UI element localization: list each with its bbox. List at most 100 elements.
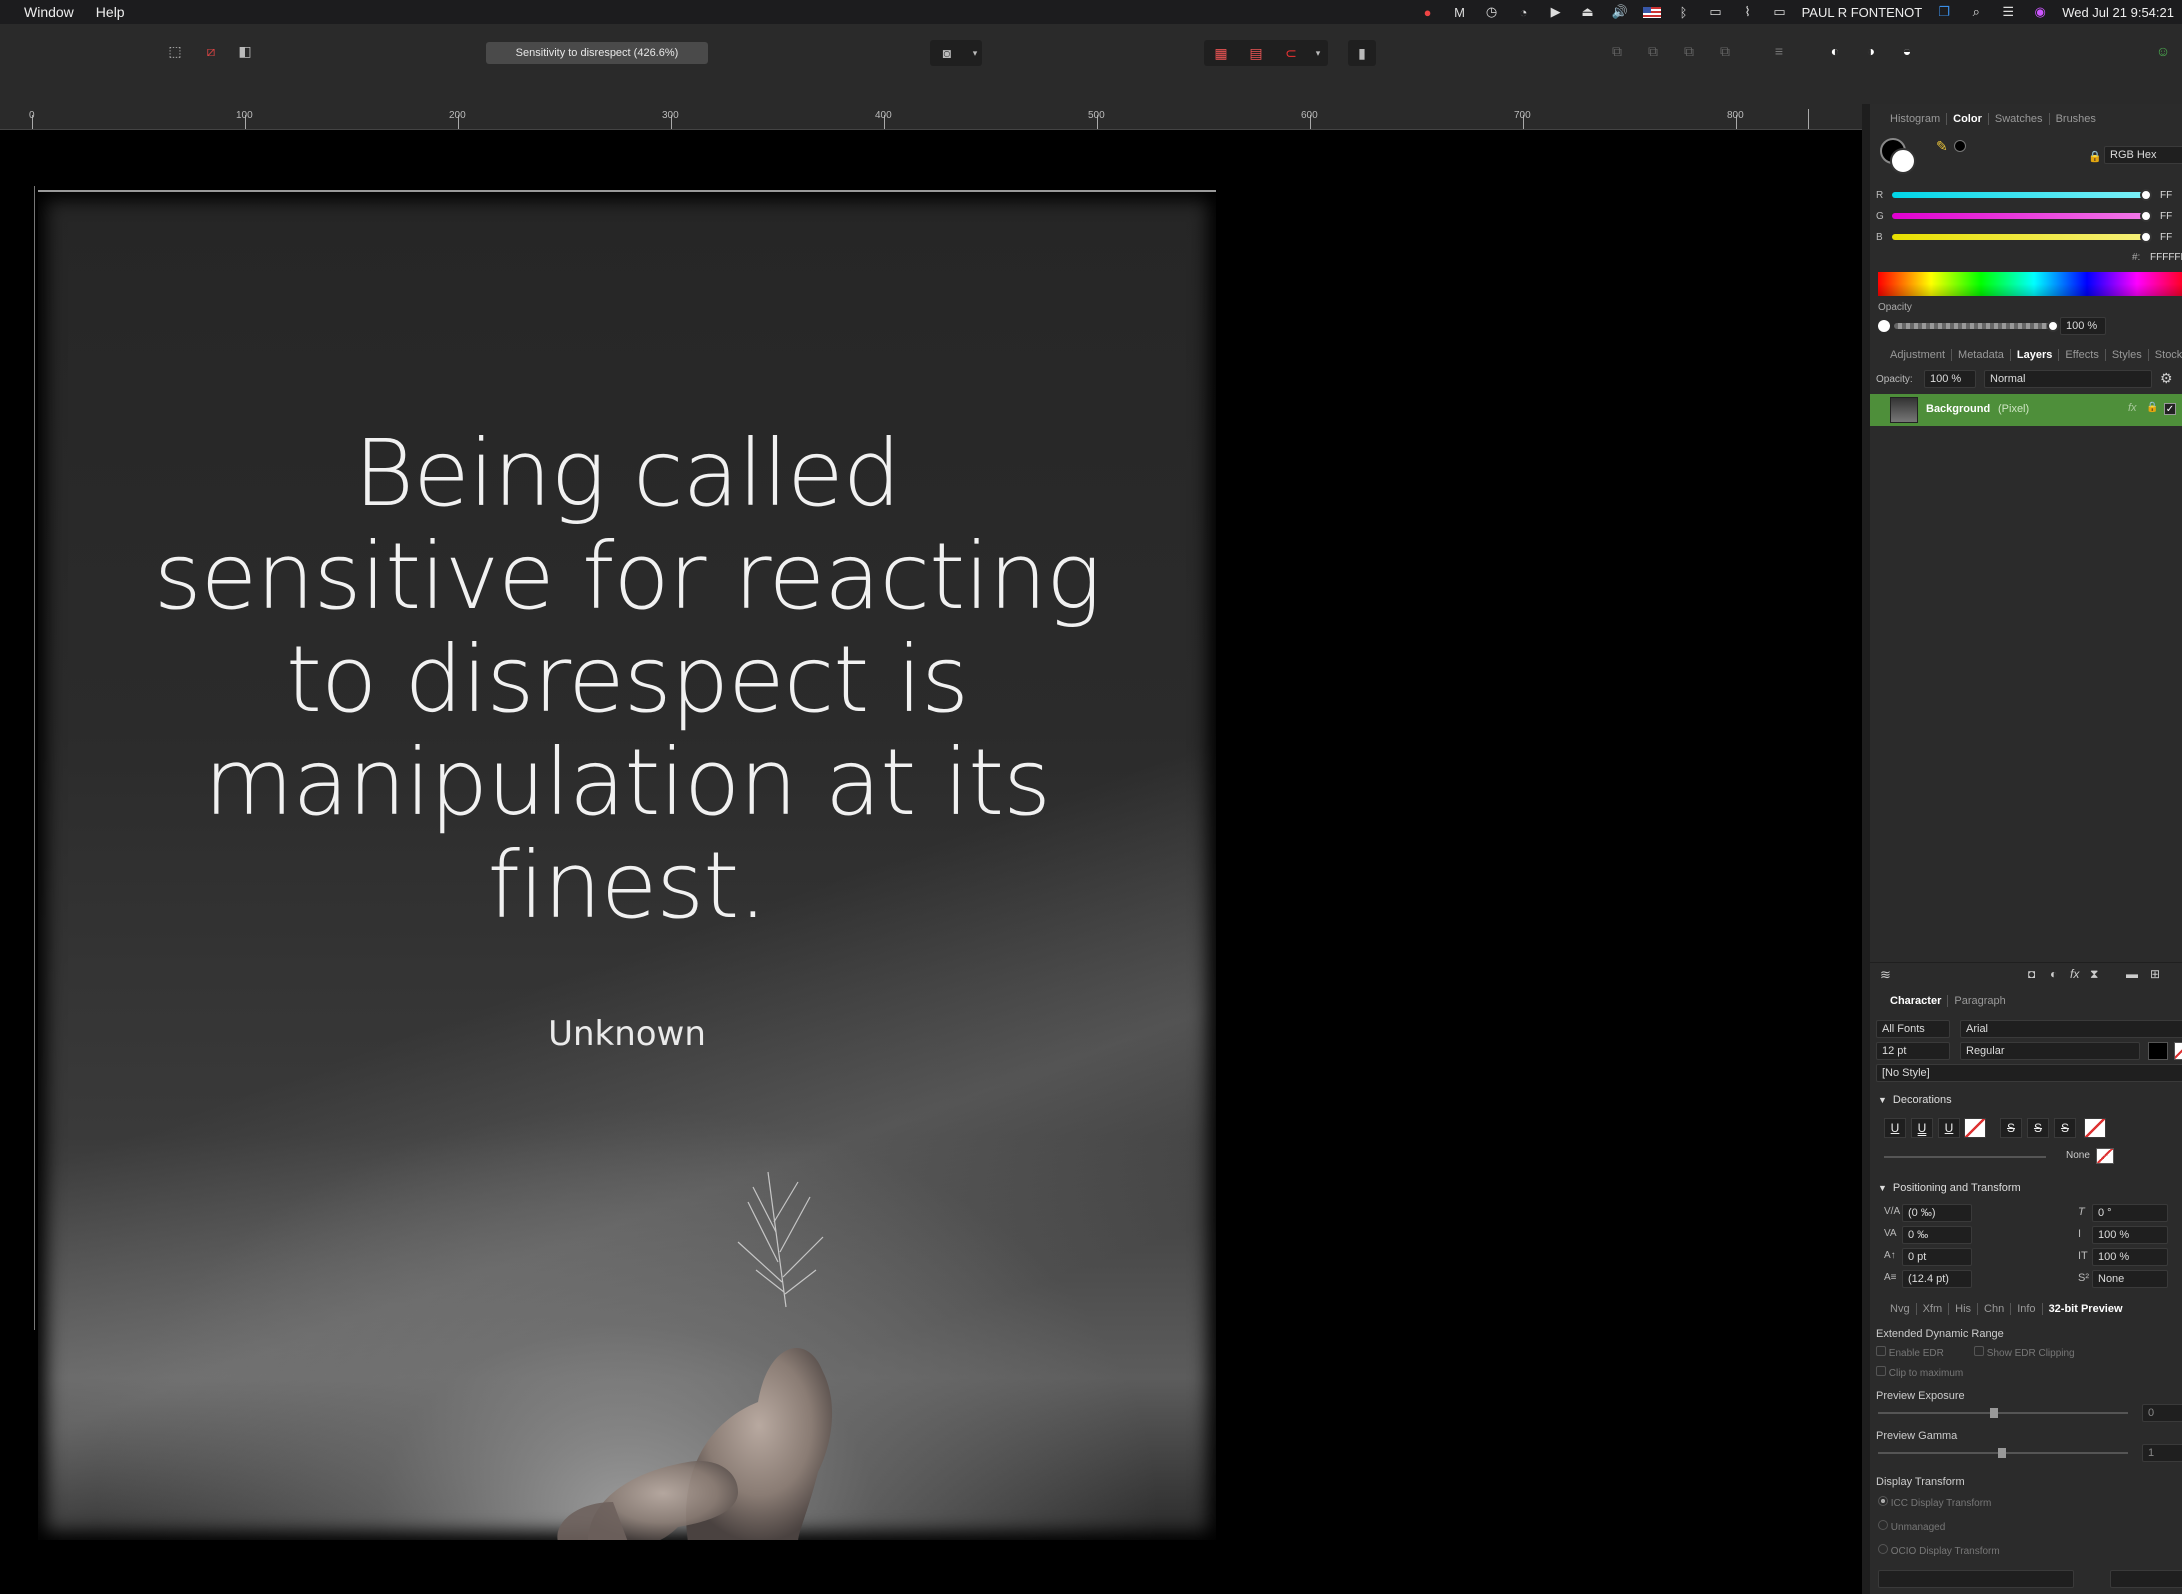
tab-info[interactable]: Info [2011,1303,2043,1315]
quick-mask-icon[interactable]: ◙ [934,42,960,64]
underline-button[interactable]: U [1884,1118,1906,1138]
preview-exposure-knob[interactable] [1990,1408,1998,1418]
positioning-header[interactable]: ▼ Positioning and Transform [1878,1182,2021,1194]
tab-effects[interactable]: Effects [2059,349,2106,361]
quote-image[interactable]: Being called sensitive for reacting to d… [38,190,1216,1540]
assistant-icon[interactable]: ▮ [1349,42,1375,64]
tab-brushes[interactable]: Brushes [2050,113,2102,125]
color-picker-icon[interactable]: ✎ [1936,138,1948,155]
opacity-value-field[interactable]: 100 % [2060,317,2106,335]
double-underline-button[interactable]: U [1911,1118,1933,1138]
tab-color[interactable]: Color [1947,113,1989,125]
fx-icon[interactable]: fx [2070,967,2079,981]
font-family-select[interactable]: Arial [1960,1020,2182,1038]
green-knob[interactable] [2140,210,2152,222]
text-style-select[interactable]: [No Style] [1876,1064,2182,1082]
ocio-view-select[interactable] [2110,1570,2182,1588]
arrange-back-icon[interactable]: ⧉ [1604,40,1630,62]
tab-channels[interactable]: Chn [1978,1303,2012,1315]
strikethrough-button[interactable]: S [2000,1118,2022,1138]
black-swatch-icon[interactable] [1954,140,1966,152]
input-source-flag-icon[interactable] [1642,4,1662,20]
layer-visibility-checkbox[interactable]: ✓ [2164,403,2176,415]
quick-mask-dropdown-icon[interactable]: ▾ [962,42,988,64]
unmanaged-radio[interactable]: Unmanaged [1878,1520,1945,1533]
icc-display-transform-radio[interactable]: ICC Display Transform [1878,1496,1991,1509]
account-icon[interactable]: ☺ [2150,40,2176,62]
color-spectrum[interactable] [1878,272,2182,296]
time-machine-icon[interactable]: ◷ [1482,4,1502,20]
tab-adjustment[interactable]: Adjustment [1884,349,1953,361]
arrange-backward-icon[interactable]: ⧉ [1640,40,1666,62]
snapping-magnet-icon[interactable]: ⊂ [1278,42,1304,64]
tracking-field[interactable]: 0 ‰ [1902,1226,1972,1244]
layer-lock-icon[interactable]: 🔒 [2146,402,2158,413]
text-color-swatch[interactable] [2148,1042,2168,1060]
preview-gamma-slider[interactable] [1878,1448,2128,1458]
tab-swatches[interactable]: Swatches [1989,113,2050,125]
creative-cloud-icon[interactable]: ● [1418,4,1438,20]
green-track[interactable] [1892,210,2152,222]
leading-field[interactable]: (12.4 pt) [1902,1270,1972,1288]
wifi-off-icon[interactable]: ⌇ [1738,4,1758,20]
adjustment-icon[interactable]: ◐ [2050,967,2057,981]
group-folder-icon[interactable]: ▬ [2126,967,2138,981]
strikethrough-style-button[interactable]: S [2054,1118,2076,1138]
control-center-icon[interactable]: ☰ [1998,4,2018,20]
eject-icon[interactable]: ⏏ [1578,4,1598,20]
preview-exposure-field[interactable]: 0 [2142,1404,2182,1422]
invert-selection-icon[interactable]: ◧ [232,40,258,62]
play-icon[interactable]: ▶ [1546,4,1566,20]
live-filter-icon[interactable]: ⧗ [2090,967,2098,982]
preview-gamma-knob[interactable] [1998,1448,2006,1458]
siri-icon[interactable]: ◉ [2030,4,2050,20]
decorations-header[interactable]: ▼ Decorations [1878,1094,1952,1106]
enable-edr-checkbox[interactable]: Enable EDR [1876,1346,1944,1359]
opacity-slider[interactable] [1894,320,2059,332]
horizontal-scale-field[interactable]: 100 % [2092,1248,2168,1266]
boolean-intersect-icon[interactable]: ◒ [1894,40,1920,62]
color-mode-select[interactable]: RGB Hex [2104,146,2182,164]
font-collection-select[interactable]: All Fonts [1876,1020,1950,1038]
red-track[interactable] [1892,189,2152,201]
tab-stock[interactable]: Stock [2149,349,2182,361]
mask-icon[interactable]: ◘ [2028,967,2035,981]
timer-icon[interactable]: ◔ [1514,4,1534,20]
fill-swatch[interactable] [1890,148,1916,174]
spotlight-icon[interactable]: ⌕ [1966,4,1986,20]
display-icon[interactable]: ▭ [1770,4,1790,20]
layers-opacity-field[interactable]: 100 % [1924,370,1976,388]
boolean-add-icon[interactable]: ◐ [1822,40,1848,62]
layer-fx-icon[interactable]: fx [2128,402,2137,414]
screens-icon[interactable]: ❐ [1934,4,1954,20]
show-edr-clipping-checkbox[interactable]: Show EDR Clipping [1974,1346,2075,1359]
ocio-device-select[interactable] [1878,1570,2074,1588]
menu-window[interactable]: Window [24,2,74,22]
layers-settings-icon[interactable]: ⚙ [2160,370,2173,387]
battery-icon[interactable]: ▭ [1706,4,1726,20]
boolean-subtract-icon[interactable]: ◑ [1858,40,1884,62]
fill-stroke-well[interactable] [1880,138,1916,174]
preview-gamma-field[interactable]: 1 [2142,1444,2182,1462]
red-channel-slider[interactable]: R FF [1876,188,2182,202]
tab-transform[interactable]: Xfm [1917,1303,1950,1315]
red-value[interactable]: FF [2160,190,2172,201]
font-style-select[interactable]: Regular [1960,1042,2140,1060]
guides-icon[interactable]: ▤ [1243,42,1269,64]
marquee-select-icon[interactable]: ⬚ [162,40,188,62]
blue-knob[interactable] [2140,231,2152,243]
red-knob[interactable] [2140,189,2152,201]
arrange-front-icon[interactable]: ⧉ [1712,40,1738,62]
blue-value[interactable]: FF [2160,232,2172,243]
tab-navigator[interactable]: Nvg [1884,1303,1917,1315]
underline-style-button[interactable]: U [1938,1118,1960,1138]
layers-stack-icon[interactable]: ≋ [1880,967,1891,983]
strikethrough-color-swatch[interactable] [2084,1118,2106,1138]
tab-metadata[interactable]: Metadata [1952,349,2011,361]
preview-exposure-slider[interactable] [1878,1408,2128,1418]
tab-layers[interactable]: Layers [2011,349,2060,361]
deselect-icon[interactable]: ⧄ [198,40,224,62]
vertical-scale-field[interactable]: 100 % [2092,1226,2168,1244]
arrange-forward-icon[interactable]: ⧉ [1676,40,1702,62]
tab-paragraph[interactable]: Paragraph [1948,995,2011,1007]
